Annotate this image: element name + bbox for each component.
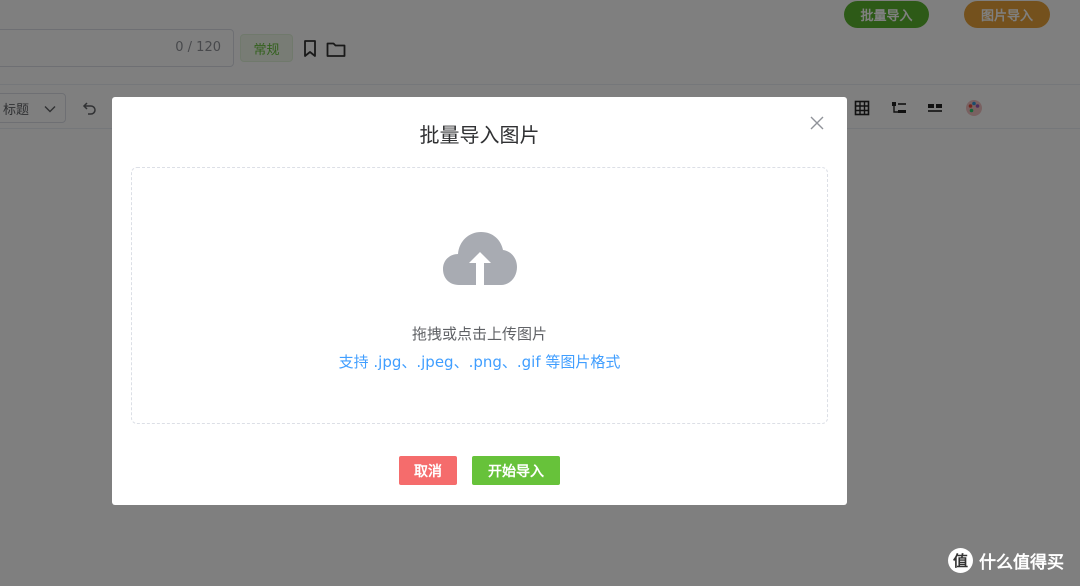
- watermark: 值 什么值得买: [948, 548, 1064, 573]
- dialog-title: 批量导入图片: [419, 123, 540, 147]
- watermark-logo: 值: [948, 548, 973, 573]
- upload-dropzone[interactable]: 拖拽或点击上传图片 支持 .jpg、.jpeg、.png、.gif 等图片格式: [131, 167, 828, 424]
- cancel-button[interactable]: 取消: [399, 456, 457, 485]
- watermark-text: 什么值得买: [979, 553, 1064, 573]
- start-import-button[interactable]: 开始导入: [472, 456, 560, 485]
- drop-instruction-text: 拖拽或点击上传图片: [411, 325, 547, 343]
- cloud-upload-icon: [443, 230, 517, 288]
- supported-formats-tip: 支持 .jpg、.jpeg、.png、.gif 等图片格式: [338, 353, 621, 371]
- batch-import-dialog: 批量导入图片 拖拽或点击上传图片 支持 .jpg、.jpeg、.png、.gif…: [112, 97, 847, 505]
- close-icon[interactable]: [809, 115, 825, 131]
